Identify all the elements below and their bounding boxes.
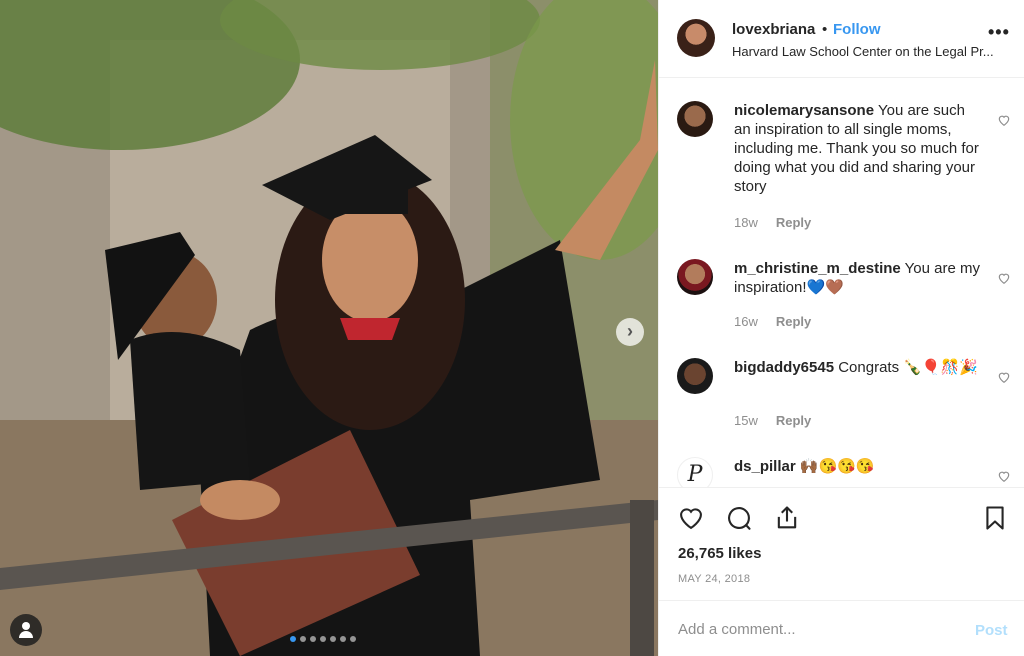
author-username[interactable]: lovexbriana [732, 21, 815, 38]
post-actions: 26,765 likes MAY 24, 2018 [659, 487, 1024, 600]
commenter-avatar[interactable] [677, 358, 713, 394]
comment-body: Congrats 🍾🎈🎊🎉 [838, 359, 978, 376]
like-comment-heart-icon[interactable] [997, 113, 1011, 127]
comment-username[interactable]: ds_pillar [734, 458, 796, 475]
follow-button[interactable]: Follow [833, 21, 881, 38]
next-slide-button[interactable]: › [616, 318, 644, 346]
post-comment-button[interactable]: Post [975, 622, 1008, 639]
carousel-dot [320, 636, 326, 642]
post-date: MAY 24, 2018 [678, 573, 751, 585]
comment-body: 🙌🏾😘😘😘 [799, 458, 875, 475]
carousel-dot [350, 636, 356, 642]
save-bookmark-icon[interactable] [981, 504, 1009, 532]
reply-button[interactable]: Reply [776, 215, 811, 230]
commenter-avatar[interactable] [677, 259, 713, 295]
carousel-dots [290, 636, 356, 642]
like-comment-heart-icon[interactable] [997, 271, 1011, 285]
carousel-dot [290, 636, 296, 642]
comment-meta: 18w Reply [734, 215, 811, 230]
reply-button[interactable]: Reply [776, 314, 811, 329]
carousel-dot [300, 636, 306, 642]
like-comment-heart-icon[interactable] [997, 370, 1011, 384]
tagged-user-icon[interactable] [10, 614, 42, 646]
post-photo[interactable]: › [0, 0, 658, 656]
add-comment-input[interactable] [678, 617, 948, 641]
carousel-dot [310, 636, 316, 642]
share-icon[interactable] [773, 504, 801, 532]
comment-username[interactable]: bigdaddy6545 [734, 359, 834, 376]
commenter-avatar[interactable]: P [677, 457, 713, 487]
comment-text: bigdaddy6545 Congrats 🍾🎈🎊🎉 [734, 358, 984, 377]
add-comment-bar: Post [659, 600, 1024, 656]
like-comment-heart-icon[interactable] [997, 469, 1011, 483]
carousel-dot [330, 636, 336, 642]
comment-age: 15w [734, 413, 758, 428]
location-link[interactable]: Harvard Law School Center on the Legal P… [732, 44, 1012, 59]
post-header: lovexbriana • Follow Harvard Law School … [659, 0, 1024, 78]
comment-username[interactable]: m_christine_m_destine [734, 260, 901, 277]
comment-meta: 16w Reply [734, 314, 811, 329]
comment-text: nicolemarysansone You are such an inspir… [734, 101, 984, 196]
comment-username[interactable]: nicolemarysansone [734, 102, 874, 119]
author-avatar[interactable] [677, 19, 715, 57]
post-side-panel: lovexbriana • Follow Harvard Law School … [658, 0, 1024, 656]
comment-text: m_christine_m_destine You are my inspira… [734, 259, 984, 297]
user-tag-torso [19, 631, 33, 638]
carousel-dot [340, 636, 346, 642]
like-heart-icon[interactable] [677, 504, 705, 532]
header-separator: • [822, 21, 828, 38]
comment-age: 16w [734, 314, 758, 329]
comment-bubble-icon[interactable] [725, 504, 753, 532]
more-options-icon[interactable]: ••• [988, 22, 1010, 43]
commenter-avatar[interactable] [677, 101, 713, 137]
comments-list[interactable]: nicolemarysansone You are such an inspir… [659, 79, 1024, 487]
comment-meta: 15w Reply [734, 413, 811, 428]
user-tag-head [22, 622, 30, 630]
reply-button[interactable]: Reply [776, 413, 811, 428]
photo-illustration [0, 0, 658, 656]
likes-count[interactable]: 26,765 likes [678, 545, 761, 562]
comment-text: ds_pillar 🙌🏾😘😘😘 [734, 457, 984, 476]
comment-age: 18w [734, 215, 758, 230]
